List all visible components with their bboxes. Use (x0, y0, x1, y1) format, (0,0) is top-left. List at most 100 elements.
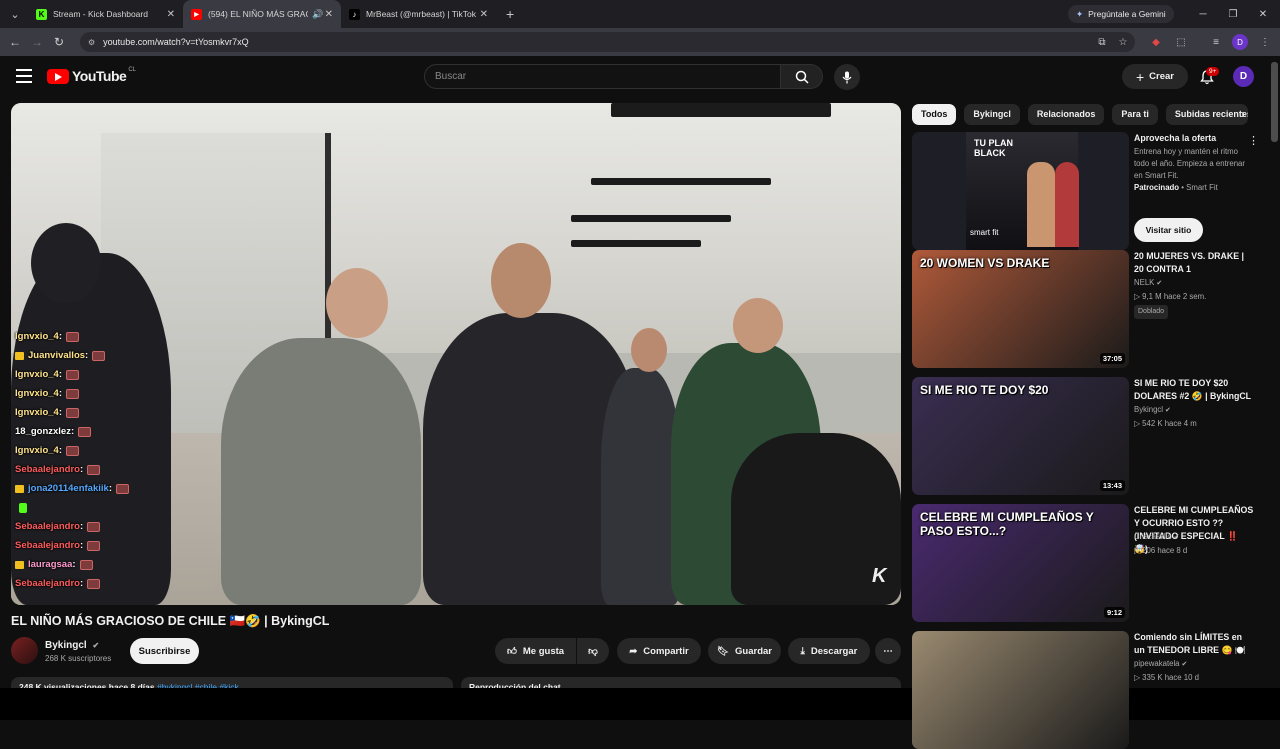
account-avatar[interactable]: D (1233, 66, 1254, 87)
sponsored-ad[interactable]: TU PLAN BLACK smart fit Aprovecha la ofe… (912, 132, 1259, 250)
recommended-title[interactable]: 20 MUJERES VS. DRAKE | 20 CONTRA 1 (1134, 250, 1254, 276)
chat-emote-icon (92, 350, 106, 361)
address-bar[interactable]: ⚙ youtube.com/watch?v=tYosmkvr7xQ (80, 32, 1135, 52)
new-tab-icon[interactable]: + (506, 6, 514, 22)
site-info-icon[interactable]: ⚙ (88, 38, 95, 47)
ad-menu-icon[interactable]: ⋮ (1248, 134, 1259, 147)
verified-check-icon: ✔ (1179, 661, 1188, 668)
chat-username: Ignvxio_4 (15, 445, 59, 456)
voice-search-button[interactable] (834, 64, 860, 90)
chat-emote-icon (79, 559, 93, 570)
dislike-button[interactable]: 👎︎ (577, 638, 609, 664)
subscribe-button[interactable]: Suscribirse (130, 638, 199, 664)
chat-username: Sebaalejandro (15, 521, 80, 532)
ad-thumbnail-person (1027, 162, 1055, 247)
save-button[interactable]: 🔖︎ Guardar (708, 638, 781, 664)
tab-close-icon[interactable]: ✕ (167, 9, 175, 20)
chat-username: Ignvxio_4 (15, 407, 59, 418)
more-actions-button[interactable]: ⋯ (875, 638, 901, 664)
video-thumbnail[interactable]: CELEBRE MI CUMPLEAÑOS Y PASO ESTO...? 9:1… (912, 504, 1129, 622)
recommended-video[interactable]: Comiendo sin LÍMITES en un TENEDOR LIBRE… (912, 631, 1252, 749)
country-code: CL (128, 67, 136, 73)
download-icon: ⤓ (800, 645, 805, 657)
extension-icon[interactable]: ◆ (1148, 34, 1164, 50)
visit-site-button[interactable]: Visitar sitio (1134, 218, 1203, 242)
gemini-button[interactable]: ✦ Pregúntale a Gemini (1068, 5, 1174, 23)
install-app-icon[interactable]: ⧉ (1094, 34, 1110, 50)
tab-title: MrBeast (@mrbeast) | TikTok (366, 9, 477, 19)
ad-title[interactable]: Aprovecha la oferta (1134, 132, 1254, 145)
chip-relacionados[interactable]: Relacionados (1027, 103, 1105, 125)
chip-todos[interactable]: Todos (912, 103, 957, 125)
reading-list-icon[interactable]: ≡ (1208, 34, 1224, 50)
extensions-puzzle-icon[interactable]: ⬚ (1173, 34, 1189, 50)
tab-close-icon[interactable]: ✕ (325, 9, 333, 20)
chat-username: Ignvxio_4 (15, 331, 59, 342)
chat-separator: : (108, 483, 112, 494)
tab-search-icon[interactable]: ⌄ (2, 4, 28, 24)
reload-icon[interactable]: ↻ (48, 35, 70, 49)
chat-message: Sebaalejandro : (15, 517, 195, 536)
video-player[interactable]: Ignvxio_4 : Juanvivallos : Ignvxio_4 : Ignv… (11, 103, 901, 605)
channel-name[interactable]: Bykingcl ✔ (45, 640, 99, 651)
video-duration: 9:12 (1103, 607, 1125, 618)
subscriber-badge-icon (15, 560, 24, 569)
menu-hamburger-icon[interactable] (16, 69, 32, 83)
back-arrow-icon[interactable]: ← (4, 35, 26, 49)
chat-separator: : (58, 407, 62, 418)
video-thumbnail[interactable]: SI ME RIO TE DOY $20 13:43 (912, 377, 1129, 495)
recommended-video[interactable]: SI ME RIO TE DOY $20 13:43 SI ME RIO TE DO… (912, 377, 1252, 495)
chevron-right-icon[interactable]: › (1236, 105, 1250, 123)
chat-username: Ignvxio_4 (15, 369, 59, 380)
sponsored-label: Patrocinado (1134, 183, 1180, 192)
recommended-title[interactable]: Comiendo sin LÍMITES en un TENEDOR LIBRE… (1134, 631, 1254, 657)
bookmark-star-icon[interactable]: ☆ (1115, 34, 1131, 50)
chip-bykingcl[interactable]: Bykingcl (964, 103, 1020, 125)
share-button[interactable]: ➦ Compartir (617, 638, 701, 664)
youtube-logo[interactable]: YouTube CL (47, 67, 136, 84)
browser-tab-kick[interactable]: K Stream - Kick Dashboard ✕ (28, 0, 183, 28)
recommended-video[interactable]: 20 WOMEN VS DRAKE 37:05 20 MUJERES VS. DRA… (912, 250, 1252, 368)
page-scrollbar[interactable] (1271, 62, 1278, 142)
channel-name-text: pipewakatela (1134, 659, 1180, 668)
search-input[interactable]: Buscar (424, 64, 781, 89)
maximize-icon[interactable]: ❐ (1218, 0, 1248, 28)
tiktok-favicon-icon: ♪ (349, 8, 360, 20)
recommended-channel[interactable]: pipewakatela ✔ (1134, 658, 1254, 671)
verified-check-icon: ✔ (1171, 534, 1180, 541)
views-and-date: 9,1 M hace 2 sem. (1142, 292, 1207, 301)
ad-thumbnail[interactable]: TU PLAN BLACK smart fit (912, 132, 1129, 250)
browser-menu-icon[interactable]: ⋮ (1257, 34, 1273, 50)
recommended-title[interactable]: SI ME RIO TE DOY $20 DOLARES #2 🤣 | Byki… (1134, 377, 1254, 403)
chat-emote-icon (87, 521, 101, 532)
video-scene-light (571, 215, 731, 222)
minimize-icon[interactable]: ─ (1188, 0, 1218, 28)
recommended-video[interactable]: CELEBRE MI CUMPLEAÑOS Y PASO ESTO...? 9:1… (912, 504, 1254, 622)
notification-count-badge: 9+ (1206, 67, 1220, 76)
chip-para-ti[interactable]: Para ti (1112, 103, 1158, 125)
forward-arrow-icon[interactable]: → (26, 35, 48, 49)
video-thumbnail[interactable]: 20 WOMEN VS DRAKE 37:05 (912, 250, 1129, 368)
window-close-icon[interactable]: ✕ (1248, 0, 1278, 28)
download-button[interactable]: ⤓ Descargar (788, 638, 870, 664)
browser-tab-tiktok[interactable]: ♪ MrBeast (@mrbeast) | TikTok ✕ (341, 0, 496, 28)
recommended-channel[interactable]: Criscastillo ✔ (1134, 531, 1254, 544)
tab-close-icon[interactable]: ✕ (480, 9, 488, 20)
like-button[interactable]: 👍︎ Me gusta (495, 638, 576, 664)
chat-message: Ignvxio_4 : (15, 327, 195, 346)
create-button[interactable]: + Crear (1122, 64, 1188, 89)
channel-avatar[interactable] (11, 637, 38, 664)
dubbed-badge: Doblado (1134, 305, 1169, 319)
gemini-label: Pregúntale a Gemini (1088, 9, 1166, 19)
chat-username: Ignvxio_4 (15, 388, 59, 399)
video-thumbnail[interactable] (912, 631, 1129, 749)
recommended-channel[interactable]: NELK ✔ (1134, 277, 1254, 290)
browser-tab-youtube[interactable]: ▶ (594) EL NIÑO MÁS GRACIOSO DE CHILE 🔊 … (183, 0, 341, 28)
recommended-channel[interactable]: Bykingcl ✔ (1134, 404, 1254, 417)
search-button[interactable] (781, 64, 823, 89)
subscriber-badge-icon (15, 351, 24, 360)
audio-playing-icon[interactable]: 🔊 (312, 9, 323, 20)
chat-separator: : (72, 559, 76, 570)
profile-avatar[interactable]: D (1232, 34, 1248, 50)
chat-separator: : (85, 350, 89, 361)
